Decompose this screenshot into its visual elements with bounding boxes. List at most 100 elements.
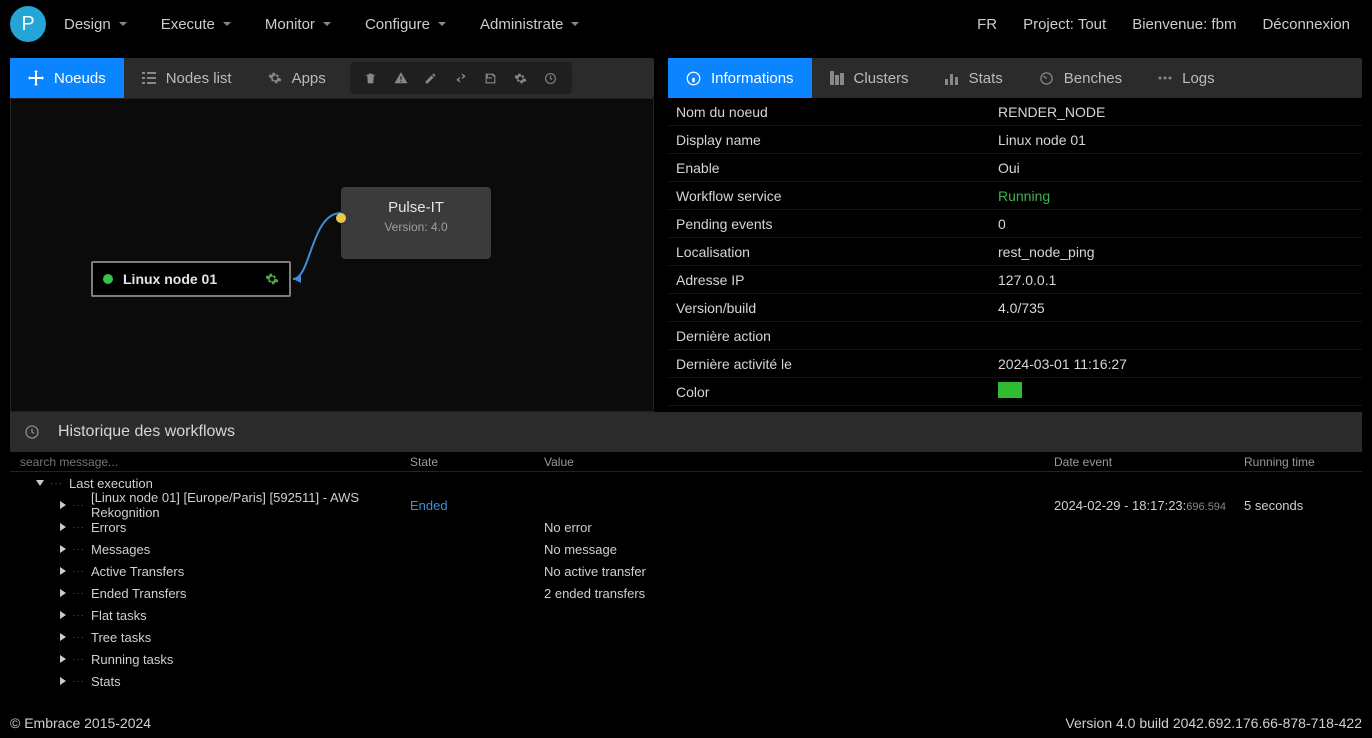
gauge-icon [1039, 71, 1054, 86]
info-key: Nom du noeud [676, 104, 998, 120]
tree-item[interactable]: ···Tree tasks [10, 626, 1362, 648]
gear-icon[interactable] [265, 272, 279, 286]
lang-button[interactable]: FR [977, 16, 997, 33]
stats-icon [945, 71, 959, 85]
tab-label: Logs [1182, 70, 1215, 87]
exec-state: Ended [410, 498, 544, 513]
tree-value: 2 ended transfers [544, 586, 1054, 601]
central-node-title: Pulse-IT [355, 199, 477, 216]
nav-administrate[interactable]: Administrate [480, 16, 579, 33]
nav-label: Configure [365, 16, 430, 33]
tree-item[interactable]: ···Active TransfersNo active transfer [10, 560, 1362, 582]
tab-nodes-list[interactable]: Nodes list [124, 58, 250, 98]
info-key: Localisation [676, 244, 998, 260]
col-date: Date event [1054, 455, 1244, 469]
central-node[interactable]: Pulse-IT Version: 4.0 [341, 187, 491, 259]
tree-dots: ··· [72, 654, 85, 665]
tree-item[interactable]: ···ErrorsNo error [10, 516, 1362, 538]
info-key: Version/build [676, 300, 998, 316]
tree-item[interactable]: ···MessagesNo message [10, 538, 1362, 560]
date-main: 2024-02-29 - 18:17:23: [1054, 498, 1186, 513]
tab-label: Nodes list [166, 70, 232, 87]
tab-noeuds[interactable]: Noeuds [10, 58, 124, 98]
graph-canvas[interactable]: Pulse-IT Version: 4.0 Linux node 01 [10, 98, 654, 412]
tab-label: Noeuds [54, 70, 106, 87]
tree-item[interactable]: ···Flat tasks [10, 604, 1362, 626]
info-value: Linux node 01 [998, 132, 1354, 148]
node-port[interactable] [336, 213, 346, 223]
tab-label: Apps [292, 70, 326, 87]
chevron-right-icon [60, 633, 66, 641]
nav-design[interactable]: Design [64, 16, 127, 33]
tab-informations[interactable]: Informations [668, 58, 812, 98]
info-value: 127.0.0.1 [998, 272, 1354, 288]
tree-dots: ··· [72, 566, 85, 577]
footer-version: Version 4.0 build 2042.692.176.66-878-71… [1065, 715, 1362, 731]
tab-logs[interactable]: Logs [1140, 58, 1233, 98]
info-value: RENDER_NODE [998, 104, 1354, 120]
pencil-icon[interactable] [416, 63, 446, 93]
info-key: Pending events [676, 216, 998, 232]
tab-label: Informations [711, 70, 794, 87]
chevron-right-icon [60, 677, 66, 685]
history-icon [24, 424, 40, 440]
tab-label: Benches [1064, 70, 1122, 87]
cluster-icon [830, 71, 844, 85]
info-row: Dernière activité le2024-03-01 11:16:27 [668, 350, 1362, 378]
nav-right: FR Project: Tout Bienvenue: fbm Déconnex… [977, 16, 1362, 33]
info-value: 0 [998, 216, 1354, 232]
chevron-right-icon [60, 589, 66, 597]
nav-monitor[interactable]: Monitor [265, 16, 331, 33]
logout-button[interactable]: Déconnexion [1262, 16, 1350, 33]
history-tree: ···Last execution ···[Linux node 01] [Eu… [10, 472, 1362, 692]
warning-icon[interactable] [386, 63, 416, 93]
history-columns: State Value Date event Running time [10, 452, 1362, 472]
info-row: Localisationrest_node_ping [668, 238, 1362, 266]
nav-configure[interactable]: Configure [365, 16, 446, 33]
footer-copyright: © Embrace 2015-2024 [10, 715, 151, 731]
info-key: Adresse IP [676, 272, 998, 288]
info-value: Oui [998, 160, 1354, 176]
tree-dots: ··· [72, 588, 85, 599]
search-input[interactable] [10, 455, 410, 469]
nav-execute[interactable]: Execute [161, 16, 231, 33]
info-table: Nom du noeudRENDER_NODEDisplay nameLinux… [668, 98, 1362, 412]
app-logo: P [10, 6, 46, 42]
tree-dots: ··· [50, 478, 63, 489]
tab-label: Clusters [854, 70, 909, 87]
tree-execution[interactable]: ···[Linux node 01] [Europe/Paris] [59251… [10, 494, 1362, 516]
tree-item[interactable]: ···Ended Transfers2 ended transfers [10, 582, 1362, 604]
info-row: Workflow serviceRunning [668, 182, 1362, 210]
chevron-right-icon [60, 501, 66, 509]
info-value: 2024-03-01 11:16:27 [998, 356, 1354, 372]
project-button[interactable]: Project: Tout [1023, 16, 1106, 33]
clock-icon[interactable] [536, 63, 566, 93]
gear-icon [268, 71, 282, 85]
chevron-right-icon [60, 567, 66, 575]
tree-dots: ··· [72, 632, 85, 643]
transfer-icon[interactable] [446, 63, 476, 93]
tab-clusters[interactable]: Clusters [812, 58, 927, 98]
info-row: Dernière action [668, 322, 1362, 350]
list-icon [142, 71, 156, 85]
tab-label: Stats [969, 70, 1003, 87]
save-icon[interactable] [476, 63, 506, 93]
tree-item[interactable]: ··· Running tasks [10, 648, 1362, 670]
main-split: Noeuds Nodes list Apps [0, 48, 1372, 412]
exec-date: 2024-02-29 - 18:17:23:696.594 [1054, 498, 1244, 513]
tree-item[interactable]: ···Stats [10, 670, 1362, 692]
info-value [998, 382, 1354, 401]
tree-label: Running tasks [91, 652, 173, 667]
top-bar: P Design Execute Monitor Configure Admin… [0, 0, 1372, 48]
trash-icon[interactable] [356, 63, 386, 93]
tree-dots: ··· [72, 544, 85, 555]
tab-stats[interactable]: Stats [927, 58, 1021, 98]
left-panel: Noeuds Nodes list Apps [10, 58, 654, 412]
tab-apps[interactable]: Apps [250, 58, 344, 98]
tab-benches[interactable]: Benches [1021, 58, 1140, 98]
exec-runtime: 5 seconds [1244, 498, 1362, 513]
worker-node[interactable]: Linux node 01 [91, 261, 291, 297]
right-panel: Informations Clusters Stats Benches Logs… [668, 58, 1362, 412]
info-value: Running [998, 188, 1354, 204]
settings-icon[interactable] [506, 63, 536, 93]
